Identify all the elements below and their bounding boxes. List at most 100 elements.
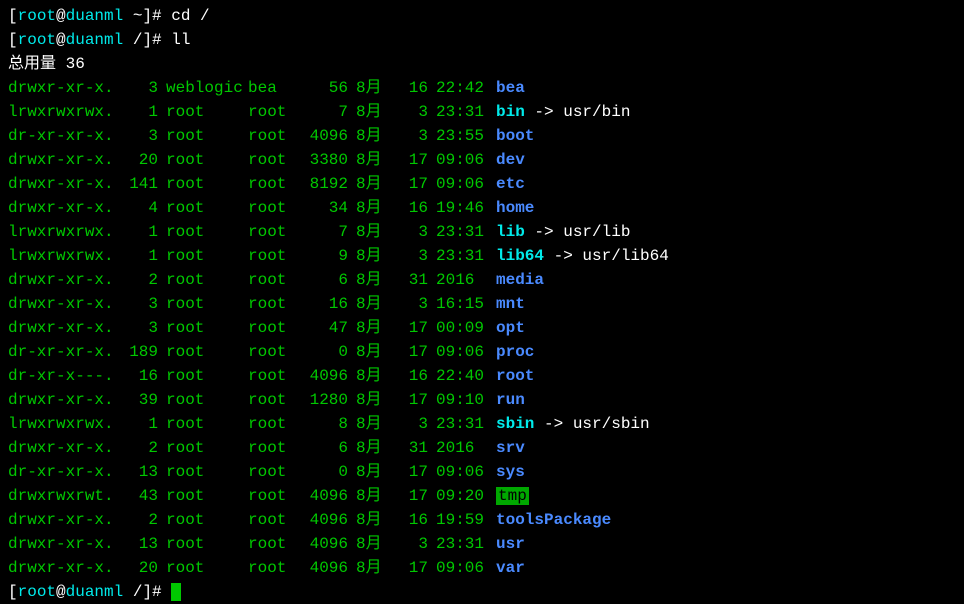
file-user: root bbox=[158, 436, 248, 460]
file-row: drwxr-xr-x.2rootroot68月312016srv bbox=[8, 436, 956, 460]
file-time: 09:06 bbox=[428, 172, 488, 196]
file-links: 3 bbox=[118, 292, 158, 316]
file-size: 7 bbox=[298, 100, 348, 124]
file-group: root bbox=[248, 412, 298, 436]
file-name: media bbox=[488, 268, 544, 292]
file-size: 16 bbox=[298, 292, 348, 316]
file-perm: drwxr-xr-x. bbox=[8, 268, 118, 292]
file-perm: lrwxrwxrwx. bbox=[8, 220, 118, 244]
file-day: 17 bbox=[388, 148, 428, 172]
file-links: 16 bbox=[118, 364, 158, 388]
file-perm: drwxr-xr-x. bbox=[8, 388, 118, 412]
file-user: root bbox=[158, 556, 248, 580]
link-target: usr/bin bbox=[563, 103, 630, 121]
file-month: 8月 bbox=[348, 436, 388, 460]
file-row: drwxr-xr-x.3rootroot478月1700:09opt bbox=[8, 316, 956, 340]
file-group: root bbox=[248, 388, 298, 412]
file-row: drwxr-xr-x.2rootroot40968月1619:59toolsPa… bbox=[8, 508, 956, 532]
file-group: root bbox=[248, 268, 298, 292]
file-size: 1280 bbox=[298, 388, 348, 412]
file-links: 141 bbox=[118, 172, 158, 196]
file-month: 8月 bbox=[348, 532, 388, 556]
file-size: 8192 bbox=[298, 172, 348, 196]
file-perm: drwxr-xr-x. bbox=[8, 148, 118, 172]
file-group: root bbox=[248, 292, 298, 316]
file-group: root bbox=[248, 340, 298, 364]
link-arrow: -> bbox=[534, 415, 572, 433]
file-time: 22:40 bbox=[428, 364, 488, 388]
file-time: 22:42 bbox=[428, 76, 488, 100]
file-size: 34 bbox=[298, 196, 348, 220]
file-links: 4 bbox=[118, 196, 158, 220]
file-month: 8月 bbox=[348, 364, 388, 388]
file-size: 6 bbox=[298, 436, 348, 460]
file-month: 8月 bbox=[348, 100, 388, 124]
file-user: root bbox=[158, 220, 248, 244]
file-group: root bbox=[248, 364, 298, 388]
file-user: root bbox=[158, 172, 248, 196]
file-perm: dr-xr-xr-x. bbox=[8, 460, 118, 484]
file-time: 09:20 bbox=[428, 484, 488, 508]
file-user: root bbox=[158, 148, 248, 172]
file-day: 3 bbox=[388, 532, 428, 556]
file-month: 8月 bbox=[348, 148, 388, 172]
file-group: root bbox=[248, 172, 298, 196]
file-time: 19:46 bbox=[428, 196, 488, 220]
file-day: 3 bbox=[388, 100, 428, 124]
file-time: 09:06 bbox=[428, 556, 488, 580]
file-name: tmp bbox=[488, 484, 529, 508]
file-user: root bbox=[158, 484, 248, 508]
file-size: 6 bbox=[298, 268, 348, 292]
file-name: var bbox=[488, 556, 525, 580]
file-time: 23:31 bbox=[428, 100, 488, 124]
file-user: root bbox=[158, 244, 248, 268]
file-time: 16:15 bbox=[428, 292, 488, 316]
file-row: dr-xr-x---.16rootroot40968月1622:40root bbox=[8, 364, 956, 388]
file-day: 17 bbox=[388, 460, 428, 484]
file-day: 3 bbox=[388, 124, 428, 148]
file-size: 4096 bbox=[298, 556, 348, 580]
file-time: 23:55 bbox=[428, 124, 488, 148]
file-row: lrwxrwxrwx.1rootroot78月323:31bin -> usr/… bbox=[8, 100, 956, 124]
file-month: 8月 bbox=[348, 388, 388, 412]
file-time: 09:10 bbox=[428, 388, 488, 412]
file-day: 16 bbox=[388, 508, 428, 532]
file-user: root bbox=[158, 364, 248, 388]
file-month: 8月 bbox=[348, 244, 388, 268]
file-size: 9 bbox=[298, 244, 348, 268]
file-month: 8月 bbox=[348, 196, 388, 220]
link-target: usr/sbin bbox=[573, 415, 650, 433]
file-row: lrwxrwxrwx.1rootroot78月323:31lib -> usr/… bbox=[8, 220, 956, 244]
file-time: 23:31 bbox=[428, 244, 488, 268]
cursor[interactable] bbox=[171, 583, 181, 601]
file-links: 20 bbox=[118, 556, 158, 580]
file-row: drwxr-xr-x.20rootroot33808月1709:06dev bbox=[8, 148, 956, 172]
file-user: root bbox=[158, 316, 248, 340]
file-links: 189 bbox=[118, 340, 158, 364]
file-user: root bbox=[158, 196, 248, 220]
link-target: usr/lib64 bbox=[582, 247, 668, 265]
file-month: 8月 bbox=[348, 292, 388, 316]
file-size: 4096 bbox=[298, 364, 348, 388]
file-perm: dr-xr-x---. bbox=[8, 364, 118, 388]
file-perm: drwxr-xr-x. bbox=[8, 292, 118, 316]
file-time: 19:59 bbox=[428, 508, 488, 532]
file-name: root bbox=[488, 364, 534, 388]
file-day: 3 bbox=[388, 244, 428, 268]
file-links: 1 bbox=[118, 100, 158, 124]
file-links: 3 bbox=[118, 124, 158, 148]
file-perm: dr-xr-xr-x. bbox=[8, 340, 118, 364]
file-name: opt bbox=[488, 316, 525, 340]
file-links: 13 bbox=[118, 460, 158, 484]
file-user: root bbox=[158, 460, 248, 484]
file-day: 17 bbox=[388, 484, 428, 508]
file-user: root bbox=[158, 292, 248, 316]
prompt-line-3[interactable]: [root@duanml /]# bbox=[8, 580, 956, 604]
file-links: 13 bbox=[118, 532, 158, 556]
file-links: 1 bbox=[118, 244, 158, 268]
file-name: lib64 -> usr/lib64 bbox=[488, 244, 669, 268]
file-row: drwxr-xr-x.20rootroot40968月1709:06var bbox=[8, 556, 956, 580]
file-perm: drwxr-xr-x. bbox=[8, 316, 118, 340]
file-day: 16 bbox=[388, 76, 428, 100]
file-time: 23:31 bbox=[428, 532, 488, 556]
